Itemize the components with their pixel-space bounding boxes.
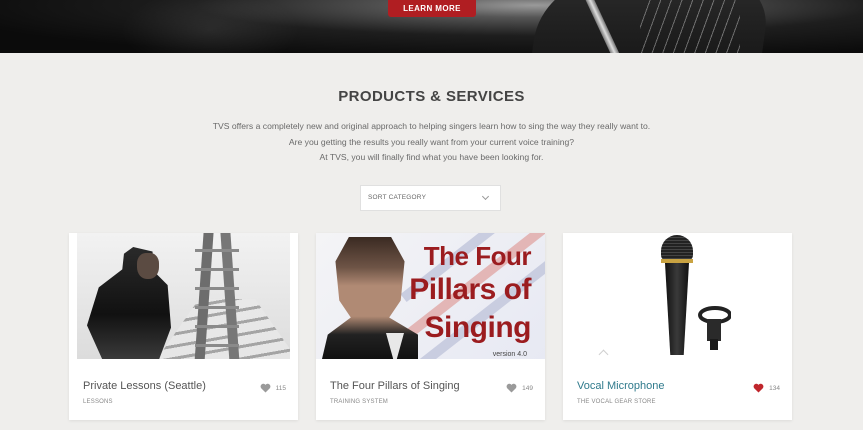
like-counter[interactable]: 134 xyxy=(753,383,780,393)
like-count: 115 xyxy=(275,384,286,392)
product-image[interactable]: The Four Pillars of Singing version 4.0 xyxy=(316,233,545,359)
like-count: 149 xyxy=(522,384,533,392)
mic-ring xyxy=(661,259,693,263)
mic-grille xyxy=(661,235,693,261)
hero-banner: LEARN MORE xyxy=(0,0,863,53)
mic-body xyxy=(665,263,689,355)
product-category[interactable]: THE VOCAL GEAR STORE xyxy=(577,399,656,405)
product-image[interactable] xyxy=(571,233,784,359)
section-title: PRODUCTS & SERVICES xyxy=(338,88,525,105)
sort-category-select[interactable]: SORT CATEGORY xyxy=(360,185,501,211)
like-count: 134 xyxy=(769,384,780,392)
sort-category-label: SORT CATEGORY xyxy=(368,194,427,201)
heart-icon[interactable] xyxy=(260,383,271,393)
intro-line: At TVS, you will finally find what you h… xyxy=(319,152,544,162)
product-card-four-pillars[interactable]: The Four Pillars of Singing version 4.0 … xyxy=(316,233,545,420)
guitar-strings xyxy=(640,0,740,53)
product-card-private-lessons[interactable]: Private Lessons (Seattle) LESSONS 115 xyxy=(69,233,298,420)
intro-line: TVS offers a completely new and original… xyxy=(212,121,651,131)
mic-clip xyxy=(698,306,731,350)
chevron-down-icon xyxy=(481,192,490,201)
section-intro: TVS offers a completely new and original… xyxy=(0,119,863,166)
cover-title-line: Pillars of xyxy=(409,273,531,306)
product-category[interactable]: TRAINING SYSTEM xyxy=(330,399,388,405)
cover-version: version 4.0 xyxy=(492,351,527,358)
cover-title-line: The Four xyxy=(423,241,532,271)
product-title[interactable]: Private Lessons (Seattle) xyxy=(83,380,206,392)
tower-rungs xyxy=(195,233,239,359)
product-category[interactable]: LESSONS xyxy=(83,399,113,405)
intro-line: Are you getting the results you really w… xyxy=(288,136,575,147)
product-card-vocal-microphone[interactable]: Vocal Microphone THE VOCAL GEAR STORE 13… xyxy=(563,233,792,420)
man-face xyxy=(137,253,159,279)
learn-more-button[interactable]: LEARN MORE xyxy=(388,0,476,17)
product-title[interactable]: The Four Pillars of Singing xyxy=(330,380,460,392)
product-title[interactable]: Vocal Microphone xyxy=(577,380,664,392)
like-counter[interactable]: 149 xyxy=(506,383,533,393)
like-counter[interactable]: 115 xyxy=(260,383,286,393)
heart-icon[interactable] xyxy=(753,383,764,393)
product-image[interactable] xyxy=(77,233,290,359)
cover-title-line: Singing xyxy=(424,311,532,344)
stage-light xyxy=(120,0,300,53)
heart-icon[interactable] xyxy=(506,383,517,393)
